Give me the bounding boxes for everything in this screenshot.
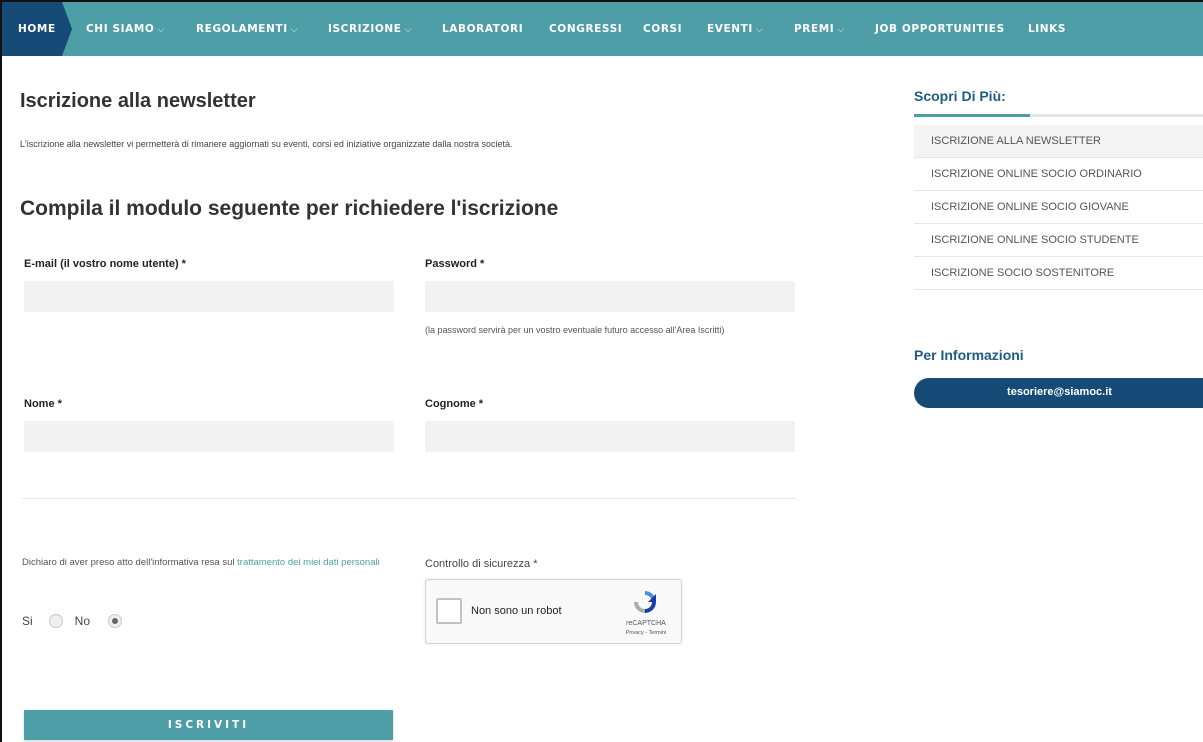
nav-item-chi-siamo[interactable]: CHI SIAMO ⌵ — [86, 23, 165, 35]
nav-item-laboratori[interactable]: LABORATORI — [442, 23, 523, 35]
email-field[interactable] — [24, 281, 394, 312]
privacy-radio-group: Si No — [22, 614, 123, 628]
chevron-down-icon: ⌵ — [404, 25, 413, 35]
main-nav: HOME CHI SIAMO ⌵ REGOLAMENTI ⌵ ISCRIZIONE ⌵… — [2, 2, 1203, 56]
nav-item-regolamenti[interactable]: REGOLAMENTI ⌵ — [196, 23, 298, 35]
password-field[interactable] — [425, 281, 795, 312]
nav-item-iscrizione[interactable]: ISCRIZIONE ⌵ — [328, 23, 412, 35]
password-hint: (la password servirà per un vostro event… — [425, 325, 725, 335]
nav-item-corsi[interactable]: CORSI — [643, 23, 682, 35]
sidebar-title: Scopri Di Più: — [914, 88, 1006, 104]
sidebar-item-socio-studente[interactable]: ISCRIZIONE ONLINE SOCIO STUDENTE — [914, 224, 1203, 257]
cognome-field[interactable] — [425, 421, 795, 452]
nome-label: Nome * — [24, 398, 62, 410]
form-divider — [22, 498, 796, 499]
privacy-statement: Dichiaro di aver preso atto dell'informa… — [22, 557, 380, 568]
nav-item-eventi[interactable]: EVENTI ⌵ — [707, 23, 763, 35]
sidebar-title-rule — [914, 114, 1203, 117]
chevron-down-icon: ⌵ — [837, 25, 845, 35]
chevron-down-icon: ⌵ — [290, 25, 299, 35]
nav-item-job-opportunities[interactable]: JOB OPPORTUNITIES — [875, 23, 1005, 35]
form-title: Compila il modulo seguente per richieder… — [20, 197, 559, 220]
page-title: Iscrizione alla newsletter — [20, 90, 256, 112]
password-label: Password * — [425, 258, 485, 270]
sidebar-item-socio-giovane[interactable]: ISCRIZIONE ONLINE SOCIO GIOVANE — [914, 191, 1203, 224]
recaptcha-brand: reCAPTCHA — [626, 620, 666, 627]
nav-item-congressi[interactable]: CONGRESSI — [549, 23, 622, 35]
recaptcha-links[interactable]: Privacy - Termini — [616, 630, 676, 636]
privacy-link[interactable]: trattamento dei miei dati personali — [237, 557, 380, 568]
security-check-label: Controllo di sicurezza * — [425, 558, 538, 570]
sidebar-item-socio-sostenitore[interactable]: ISCRIZIONE SOCIO SOSTENITORE — [914, 257, 1203, 290]
nome-field[interactable] — [24, 421, 394, 452]
intro-text: L'iscrizione alla newsletter vi permette… — [20, 139, 513, 149]
sidebar-list: ISCRIZIONE ALLA NEWSLETTER ISCRIZIONE ON… — [914, 125, 1203, 290]
radio-no-label: No — [74, 614, 91, 628]
nav-home-label: HOME — [18, 23, 56, 35]
recaptcha-checkbox[interactable] — [436, 598, 462, 624]
recaptcha-text: Non sono un robot — [471, 605, 562, 617]
nav-item-links[interactable]: LINKS — [1028, 23, 1066, 35]
chevron-down-icon: ⌵ — [157, 25, 165, 35]
subscribe-button[interactable]: ISCRIVITI — [24, 710, 393, 740]
info-title: Per Informazioni — [914, 347, 1024, 363]
recaptcha-widget: Non sono un robot reCAPTCHA Privacy - Te… — [425, 579, 682, 644]
recaptcha-icon — [634, 591, 656, 613]
nav-item-premi[interactable]: PREMI ⌵ — [794, 23, 845, 35]
page: HOME CHI SIAMO ⌵ REGOLAMENTI ⌵ ISCRIZIONE ⌵… — [0, 0, 1203, 742]
email-label: E-mail (il vostro nome utente) * — [24, 258, 186, 270]
radio-no[interactable] — [108, 614, 123, 628]
radio-yes-label: Si — [22, 614, 33, 628]
sidebar-item-socio-ordinario[interactable]: ISCRIZIONE ONLINE SOCIO ORDINARIO — [914, 158, 1203, 191]
nav-home[interactable]: HOME — [2, 2, 72, 56]
radio-yes[interactable] — [48, 614, 63, 628]
chevron-down-icon: ⌵ — [755, 25, 764, 35]
cognome-label: Cognome * — [425, 398, 484, 410]
sidebar-item-newsletter[interactable]: ISCRIZIONE ALLA NEWSLETTER — [914, 125, 1203, 158]
contact-email-button[interactable]: tesoriere@siamoc.it — [914, 378, 1203, 408]
